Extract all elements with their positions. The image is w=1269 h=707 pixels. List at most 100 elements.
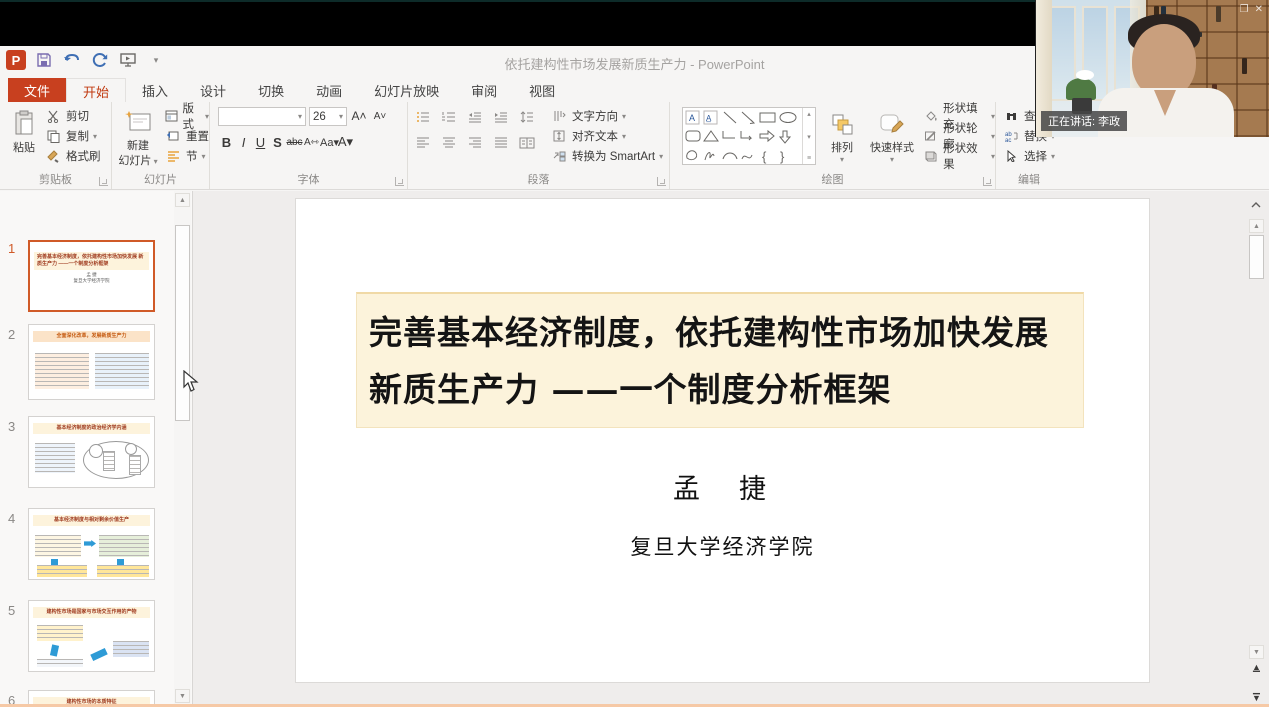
copy-button[interactable]: 复制▾	[44, 126, 101, 146]
text-direction-label: 文字方向	[572, 108, 618, 124]
paragraph-dialog-launcher[interactable]	[657, 177, 666, 186]
replace-icon: abac	[1002, 127, 1020, 145]
section-label: 节	[186, 148, 198, 164]
change-case-button[interactable]: Aa▾	[320, 136, 337, 149]
thumbnail-slide-4[interactable]: 基本经济制度与相对剩余价值生产	[28, 508, 155, 580]
paragraph-group-label: 段落	[408, 171, 669, 187]
columns-icon[interactable]	[518, 134, 536, 152]
video-close-icon[interactable]: ✕	[1255, 4, 1263, 15]
section-button[interactable]: 节▾	[164, 146, 209, 166]
font-size-combo[interactable]: 26▾	[309, 107, 347, 126]
thumb3-title: 基本经济制度的政治经济学内涵	[33, 423, 150, 434]
thumbnail-slide-5[interactable]: 建构性市场是国家与市场交互作用的产物	[28, 600, 155, 672]
justify-icon[interactable]	[492, 134, 510, 152]
shape-effects-label: 形状效果	[943, 140, 987, 172]
group-font: ▾ 26▾ A˄ A˅ B I U S abc A⇿ Aa▾ A▾ 字体	[210, 102, 408, 189]
numbering-icon[interactable]	[440, 108, 458, 126]
thumb-scroll-up-icon[interactable]: ▲	[175, 193, 190, 207]
thumbnail-slide-2[interactable]: 全面深化改革，发展新质生产力	[28, 324, 155, 400]
new-slide-button[interactable]: 新建 幻灯片 ▾	[116, 104, 160, 168]
group-slides: 新建 幻灯片 ▾ 版式▾ 重置 节▾	[112, 102, 210, 189]
section-icon	[164, 147, 182, 165]
line-spacing-icon[interactable]	[518, 108, 536, 126]
shapes-scroll-up-icon[interactable]: ▴	[807, 110, 811, 118]
shapes-more-icon[interactable]: ≡	[807, 155, 811, 162]
clipboard-group-label: 剪贴板	[0, 171, 111, 187]
quick-styles-button[interactable]: 快速样式 ▾	[864, 106, 920, 164]
next-slide-button[interactable]: ▁▼	[1250, 685, 1263, 703]
main-vertical-scrollbar[interactable]: ▲ ▼ ▲▔ ▁▼	[1248, 193, 1265, 707]
main-scroll-down-icon[interactable]: ▼	[1249, 645, 1264, 659]
tab-insert[interactable]: 插入	[126, 78, 184, 102]
tab-transitions[interactable]: 切换	[242, 78, 300, 102]
thumbnail-slide-1[interactable]: 完善基本经济制度，依托建构性市场加快发展 新质生产力 ——一个制度分析框架 孟 …	[28, 240, 155, 312]
paste-label: 粘贴	[13, 139, 35, 155]
thumb-number-5: 5	[8, 603, 15, 618]
grow-font-icon[interactable]: A˄	[350, 107, 368, 125]
shapes-scroll-down-icon[interactable]: ▾	[807, 133, 811, 141]
tab-animations[interactable]: 动画	[300, 78, 358, 102]
slide-author[interactable]: 孟 捷	[296, 467, 1149, 506]
main-scroll-thumb[interactable]	[1249, 235, 1264, 279]
shape-effects-button[interactable]: 形状效果▾	[922, 146, 995, 166]
align-text-button[interactable]: 对齐文本▾	[550, 126, 663, 146]
thumb2-title: 全面深化改革，发展新质生产力	[33, 331, 150, 342]
align-right-icon[interactable]	[466, 134, 484, 152]
convert-smartart-button[interactable]: 转换为 SmartArt▾	[550, 146, 663, 166]
reset-label: 重置	[186, 128, 209, 144]
shadow-button[interactable]: S	[269, 135, 286, 150]
reset-icon	[164, 127, 182, 145]
tab-view[interactable]: 视图	[513, 78, 571, 102]
collapse-ribbon-icon[interactable]	[1250, 201, 1262, 209]
thumbnail-scrollbar[interactable]: ▲ ▼	[174, 191, 191, 707]
svg-text:A̲: A̲	[706, 114, 712, 123]
cut-button[interactable]: 剪切	[44, 106, 101, 126]
font-dialog-launcher[interactable]	[395, 177, 404, 186]
shrink-font-icon[interactable]: A˅	[371, 107, 389, 125]
slide-affiliation[interactable]: 复旦大学经济学院	[296, 531, 1149, 561]
slide[interactable]: 完善基本经济制度，依托建构性市场加快发展 新质生产力 ——一个制度分析框架 孟 …	[295, 198, 1150, 683]
italic-button[interactable]: I	[235, 135, 252, 150]
tab-home[interactable]: 开始	[66, 78, 126, 102]
bold-button[interactable]: B	[218, 135, 235, 150]
video-layout-icon[interactable]: ❐	[1240, 4, 1249, 15]
text-direction-button[interactable]: 文字方向▾	[550, 106, 663, 126]
underline-button[interactable]: U	[252, 135, 269, 150]
arrange-button[interactable]: 排列 ▾	[822, 106, 862, 164]
video-call-overlay[interactable]: ❐ ✕ 正在讲话: 李政	[1035, 0, 1269, 137]
decrease-indent-icon[interactable]	[466, 108, 484, 126]
thumbnail-slide-3[interactable]: 基本经济制度的政治经济学内涵	[28, 416, 155, 488]
shapes-gallery[interactable]: AA̲ {} ▴▾≡	[682, 107, 816, 165]
format-painter-button[interactable]: 格式刷	[44, 146, 101, 166]
tab-slideshow[interactable]: 幻灯片放映	[358, 78, 455, 102]
tab-review[interactable]: 审阅	[455, 78, 513, 102]
tab-file[interactable]: 文件	[8, 78, 66, 102]
bullets-icon[interactable]	[414, 108, 432, 126]
group-drawing: AA̲ {} ▴▾≡ 排列 ▾ 快速样式 ▾	[670, 102, 996, 189]
align-center-icon[interactable]	[440, 134, 458, 152]
main-scroll-up-icon[interactable]: ▲	[1249, 219, 1264, 233]
tab-design[interactable]: 设计	[184, 78, 242, 102]
strikethrough-button[interactable]: abc	[286, 137, 303, 148]
reset-button[interactable]: 重置	[164, 126, 209, 146]
quick-styles-label: 快速样式	[870, 139, 914, 155]
mouse-cursor	[183, 370, 199, 394]
svg-text:A: A	[689, 113, 695, 123]
previous-slide-button[interactable]: ▲▔	[1250, 663, 1263, 681]
select-button[interactable]: 选择▾	[1002, 146, 1055, 166]
thumb4-title: 基本经济制度与相对剩余价值生产	[33, 515, 150, 526]
clipboard-dialog-launcher[interactable]	[99, 177, 108, 186]
slide-title-box[interactable]: 完善基本经济制度，依托建构性市场加快发展 新质生产力 ——一个制度分析框架	[356, 292, 1084, 428]
align-left-icon[interactable]	[414, 134, 432, 152]
font-color-button[interactable]: A▾	[337, 134, 354, 150]
font-name-combo[interactable]: ▾	[218, 107, 306, 126]
paste-button[interactable]: 粘贴	[6, 104, 42, 155]
layout-button[interactable]: 版式▾	[164, 106, 209, 126]
thumb1-title: 完善基本经济制度，依托建构性市场加快发展 新质生产力 ——一个制度分析框架	[34, 252, 149, 270]
drawing-dialog-launcher[interactable]	[983, 177, 992, 186]
char-spacing-button[interactable]: A⇿	[303, 137, 320, 148]
increase-indent-icon[interactable]	[492, 108, 510, 126]
group-paragraph: 文字方向▾ 对齐文本▾ 转换为 SmartArt▾ 段落	[408, 102, 670, 189]
shapes-gallery-scrollbar[interactable]: ▴ ▾ ≡	[802, 108, 815, 164]
thumb-scroll-down-icon[interactable]: ▼	[175, 689, 190, 703]
